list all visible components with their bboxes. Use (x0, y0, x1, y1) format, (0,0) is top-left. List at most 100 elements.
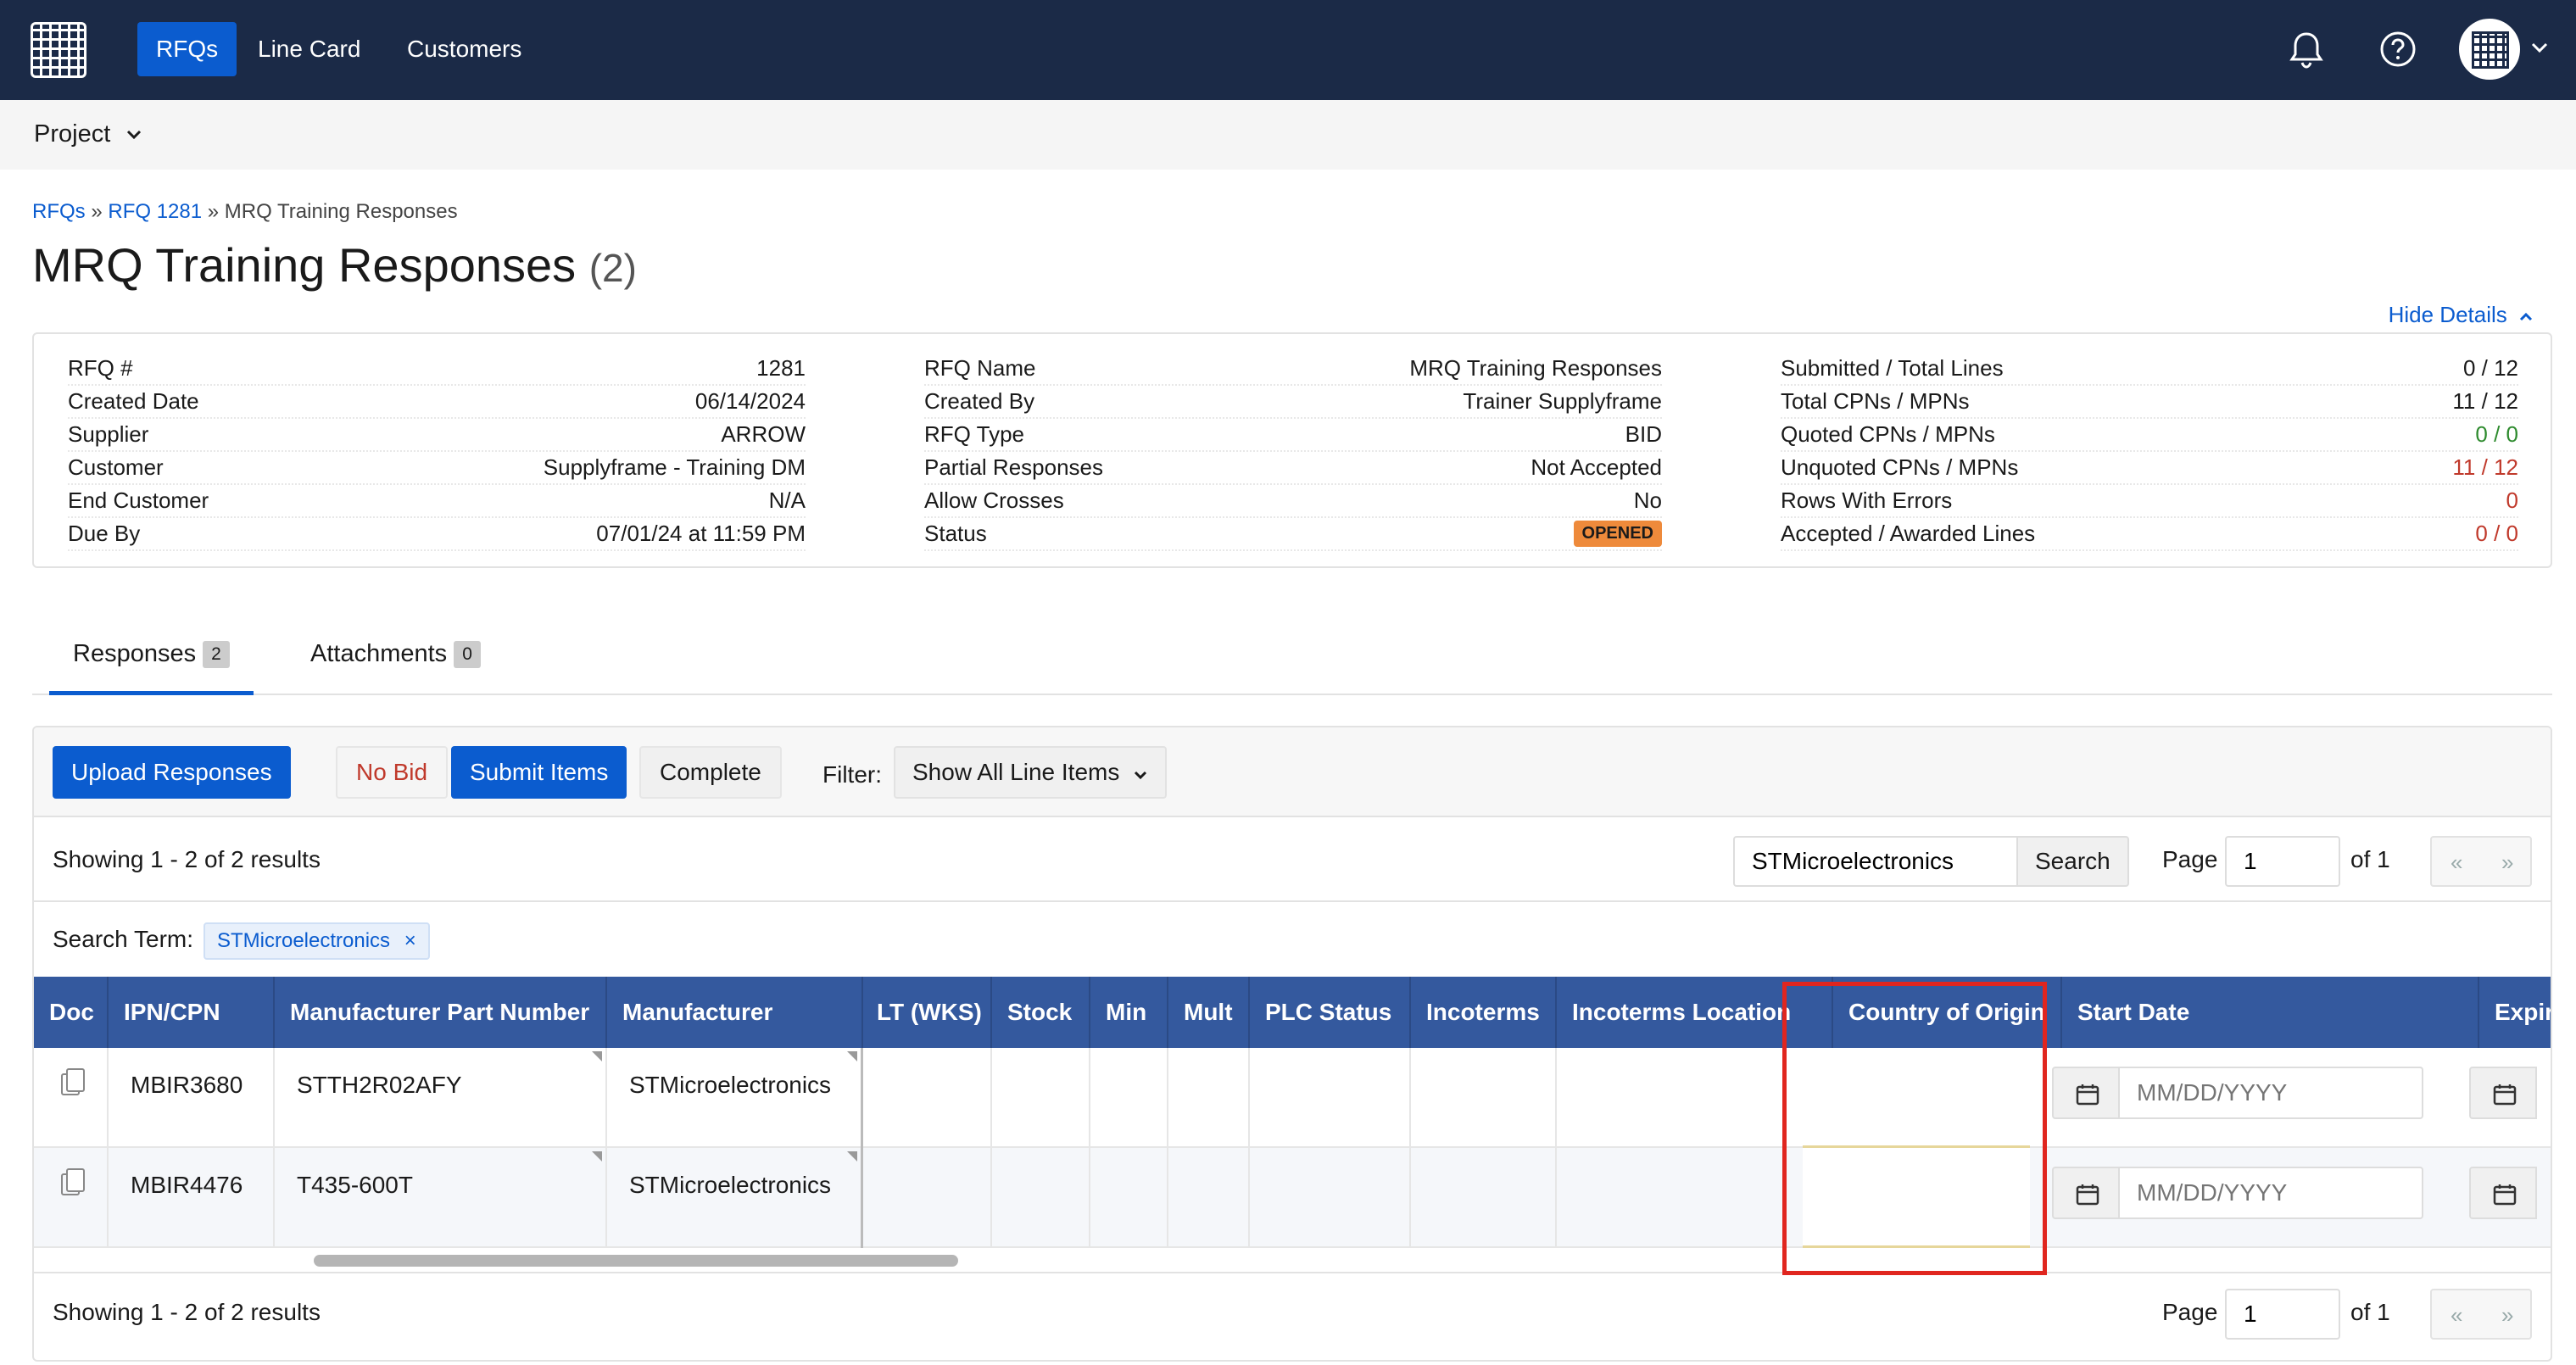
details-column-1: RFQ #1281 Created Date 06/14/2024 Supplie… (68, 353, 806, 551)
detail-row: Rows With Errors 0 (1781, 485, 2518, 518)
incoterms-cell[interactable] (1411, 1148, 1557, 1248)
toolbar: Upload Responses No Bid Submit Items Com… (34, 727, 2551, 817)
chevron-down-icon (127, 131, 142, 140)
incoterms-cell[interactable] (1411, 1048, 1557, 1148)
prev-page-button[interactable]: « (2451, 850, 2462, 876)
mpn-cell: T435-600T (275, 1148, 607, 1248)
breadcrumb-rfqs[interactable]: RFQs (32, 200, 86, 223)
tab-responses[interactable]: Responses 2 (49, 629, 254, 695)
next-page-button[interactable]: » (2501, 850, 2513, 876)
column-doc[interactable]: Doc (34, 977, 109, 1048)
hide-details-link[interactable]: Hide Details (2389, 302, 2534, 328)
stock-cell[interactable] (992, 1148, 1090, 1248)
detail-row: Quoted CPNs / MPNs 0 / 0 (1781, 419, 2518, 452)
column-lead-time[interactable]: LT (WKS) (863, 977, 992, 1048)
detail-row: Accepted / Awarded Lines 0 / 0 (1781, 518, 2518, 551)
detail-row: Due By 07/01/24 at 11:59 PM (68, 518, 806, 551)
search-button[interactable]: Search (2016, 836, 2129, 887)
plc-status-cell[interactable] (1250, 1048, 1411, 1148)
mult-cell[interactable] (1168, 1048, 1250, 1148)
breadcrumb-rfq[interactable]: RFQ 1281 (108, 200, 202, 223)
horizontal-scrollbar[interactable] (314, 1255, 958, 1267)
page-title: MRQ Training Responses (2) (32, 238, 637, 292)
search-term-row: Search Term: STMicroelectronics × (34, 902, 2551, 977)
min-cell[interactable] (1090, 1148, 1168, 1248)
doc-cell (34, 1048, 109, 1148)
calendar-icon[interactable] (2052, 1067, 2120, 1119)
calendar-icon[interactable] (2469, 1167, 2537, 1219)
remove-chip-icon[interactable]: × (404, 929, 416, 952)
table-row: MBIR3680 STTH2R02AFY STMicroelectronics (34, 1048, 2551, 1148)
project-dropdown[interactable]: Project (34, 120, 142, 148)
page-number-input[interactable] (2225, 1289, 2340, 1340)
column-mpn[interactable]: Manufacturer Part Number (275, 977, 607, 1048)
chevron-up-icon (2519, 312, 2533, 321)
project-label: Project (34, 120, 111, 148)
min-cell[interactable] (1090, 1048, 1168, 1148)
results-count: Showing 1 - 2 of 2 results (53, 846, 321, 872)
page-number-input[interactable] (2225, 836, 2340, 887)
detail-row: Supplier ARROW (68, 419, 806, 452)
column-plc-status[interactable]: PLC Status (1250, 977, 1411, 1048)
copy-doc-icon[interactable] (61, 1068, 85, 1095)
column-stock[interactable]: Stock (992, 977, 1090, 1048)
rfq-details-panel: RFQ #1281 Created Date 06/14/2024 Supplie… (32, 332, 2552, 568)
calendar-icon[interactable] (2052, 1167, 2120, 1219)
filter-select[interactable]: Show All Line Items (894, 746, 1168, 799)
results-count: Showing 1 - 2 of 2 results (53, 1299, 321, 1325)
search-input[interactable] (1733, 836, 2018, 887)
mult-cell[interactable] (1168, 1148, 1250, 1248)
no-bid-button[interactable]: No Bid (336, 746, 449, 799)
plc-status-cell[interactable] (1250, 1148, 1411, 1248)
calendar-icon[interactable] (2469, 1067, 2537, 1119)
responses-panel: Upload Responses No Bid Submit Items Com… (32, 726, 2552, 1362)
column-incoterms[interactable]: Incoterms (1411, 977, 1557, 1048)
nav-tab-line-card[interactable]: Line Card (239, 22, 379, 76)
column-mult[interactable]: Mult (1168, 977, 1250, 1048)
detail-row: Status OPENED (924, 518, 1662, 551)
country-of-origin-highlight (1782, 982, 2047, 1275)
column-start-date[interactable]: Start Date (2062, 977, 2479, 1048)
pagination-controls: « » (2430, 1289, 2532, 1340)
search-term-chip: STMicroelectronics × (204, 922, 430, 960)
help-icon[interactable] (2372, 24, 2423, 75)
column-min[interactable]: Min (1090, 977, 1168, 1048)
mpn-cell: STTH2R02AFY (275, 1048, 607, 1148)
complete-button[interactable]: Complete (639, 746, 782, 799)
column-expire-date[interactable]: Expire D (2479, 977, 2551, 1048)
results-bar-top: Showing 1 - 2 of 2 results Search Page o… (34, 817, 2551, 902)
avatar-icon[interactable] (2459, 19, 2520, 80)
detail-row: End Customer N/A (68, 485, 806, 518)
detail-row: Total CPNs / MPNs 11 / 12 (1781, 386, 2518, 419)
nav-tab-rfqs[interactable]: RFQs (137, 22, 237, 76)
page-total: of 1 (2350, 1299, 2390, 1325)
chevron-down-icon[interactable] (2530, 41, 2549, 58)
status-badge: OPENED (1573, 521, 1662, 547)
lead-time-cell[interactable] (863, 1148, 992, 1248)
content-tabs: Responses 2 Attachments 0 (32, 629, 2552, 695)
start-date-input[interactable] (2120, 1067, 2423, 1119)
stock-cell[interactable] (992, 1048, 1090, 1148)
prev-page-button[interactable]: « (2451, 1302, 2462, 1329)
pagination-controls: « » (2430, 836, 2532, 887)
nav-tab-customers[interactable]: Customers (388, 22, 540, 76)
submit-items-button[interactable]: Submit Items (451, 746, 627, 799)
detail-row: Partial Responses Not Accepted (924, 452, 1662, 485)
tab-count-badge: 2 (203, 641, 230, 669)
bell-icon[interactable] (2281, 24, 2332, 75)
detail-row: Customer Supplyframe - Training DM (68, 452, 806, 485)
manufacturer-cell: STMicroelectronics (607, 1048, 863, 1148)
next-page-button[interactable]: » (2501, 1302, 2513, 1329)
breadcrumb: RFQs » RFQ 1281 » MRQ Training Responses (32, 200, 458, 223)
page-total: of 1 (2350, 846, 2390, 872)
copy-doc-icon[interactable] (61, 1168, 85, 1195)
grid-logo-icon[interactable] (31, 22, 86, 78)
detail-row: Allow Crosses No (924, 485, 1662, 518)
doc-cell (34, 1148, 109, 1248)
upload-responses-button[interactable]: Upload Responses (53, 746, 291, 799)
start-date-input[interactable] (2120, 1167, 2423, 1219)
column-ipn[interactable]: IPN/CPN (109, 977, 275, 1048)
column-manufacturer[interactable]: Manufacturer (607, 977, 863, 1048)
tab-attachments[interactable]: Attachments 0 (287, 629, 505, 695)
lead-time-cell[interactable] (863, 1048, 992, 1148)
